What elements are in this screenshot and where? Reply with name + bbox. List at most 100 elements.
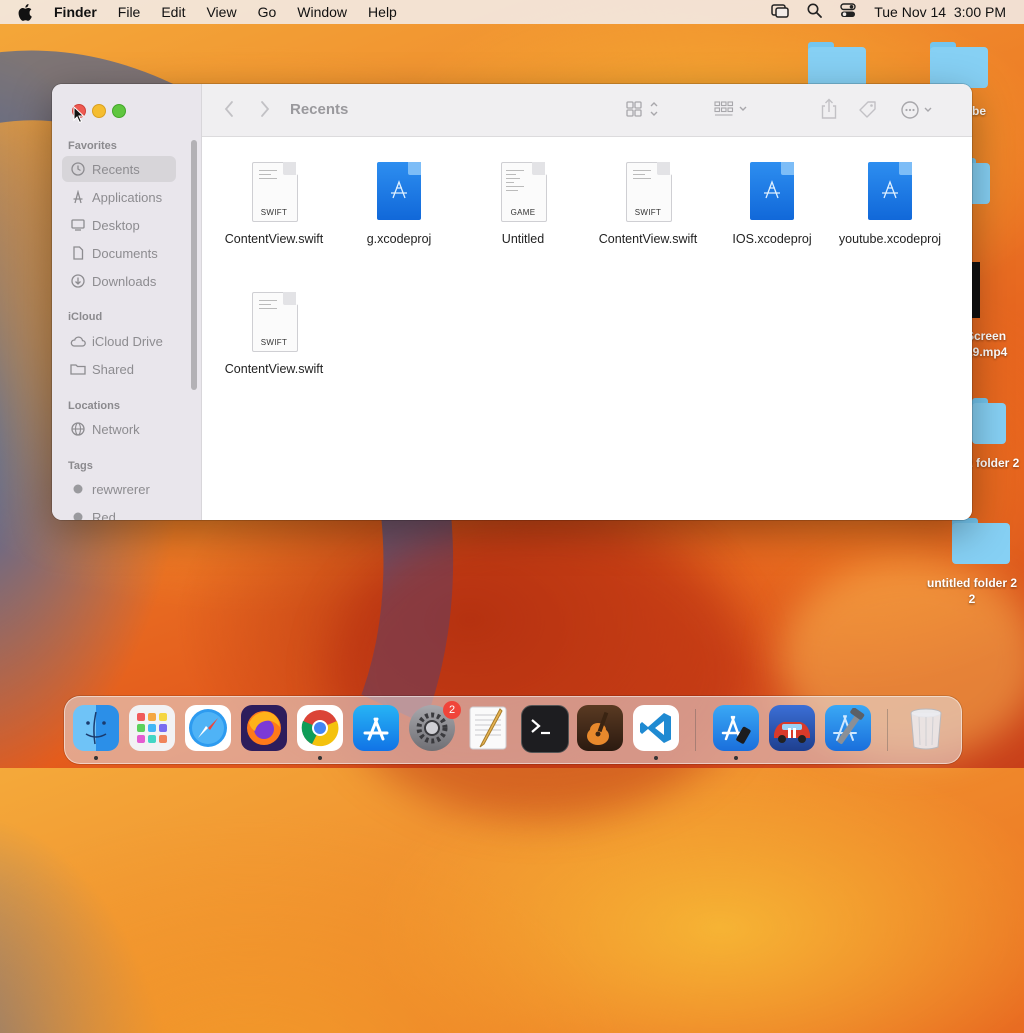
file-kind-label: SWIFT <box>260 338 288 347</box>
chrome-icon[interactable] <box>297 705 343 751</box>
minimize-button[interactable] <box>92 104 106 118</box>
window-title: Recents <box>290 101 349 118</box>
control-center-icon[interactable] <box>840 3 856 21</box>
desktop-folder-icon[interactable] <box>972 398 1006 444</box>
menu-help[interactable]: Help <box>368 4 397 20</box>
file-item[interactable]: g.xcodeproj <box>337 162 461 247</box>
view-mode-grid-icon[interactable] <box>626 100 662 118</box>
more-actions-icon[interactable] <box>900 100 936 120</box>
tag-icon[interactable] <box>858 100 878 120</box>
globe-icon <box>70 422 86 436</box>
sidebar-section-favorites: Favorites <box>68 140 117 152</box>
sidebar-item-icloud-drive[interactable]: iCloud Drive <box>62 328 176 354</box>
back-chevron-icon[interactable] <box>224 100 234 118</box>
app-store-icon[interactable] <box>353 705 399 751</box>
file-name: g.xcodeproj <box>366 232 432 246</box>
desktop-folder-icon[interactable] <box>952 518 1010 564</box>
sidebar-tag-rewwrerer[interactable]: rewwrerer <box>62 476 176 502</box>
vscode-icon[interactable] <box>633 705 679 751</box>
sidebar-item-applications[interactable]: Applications <box>62 184 176 210</box>
sidebar-item-label: Downloads <box>92 273 157 289</box>
sidebar-section-tags: Tags <box>68 460 93 472</box>
download-icon <box>70 274 86 288</box>
xcode-icon[interactable] <box>825 705 871 751</box>
desktop-folder-icon[interactable] <box>930 42 988 88</box>
tag-dot-icon <box>70 484 86 494</box>
file-item[interactable]: GAME Untitled <box>461 162 585 247</box>
sidebar-item-label: Desktop <box>92 217 140 233</box>
file-kind-label: SWIFT <box>260 208 288 217</box>
menu-window[interactable]: Window <box>297 4 347 20</box>
firefox-icon[interactable] <box>241 705 287 751</box>
sidebar-item-recents[interactable]: Recents <box>62 156 176 182</box>
sidebar-item-label: Recents <box>92 161 140 177</box>
forward-chevron-icon[interactable] <box>260 100 270 118</box>
zoom-button[interactable] <box>112 104 126 118</box>
sidebar-item-downloads[interactable]: Downloads <box>62 268 176 294</box>
safari-icon[interactable] <box>185 705 231 751</box>
file-name: ContentView.swift <box>224 232 324 246</box>
dock-separator <box>887 709 888 751</box>
dock: 2 <box>64 696 962 764</box>
garageband-icon[interactable] <box>577 705 623 751</box>
racing-game-icon[interactable] <box>769 705 815 751</box>
clock-icon <box>70 162 86 176</box>
document-icon <box>70 246 86 260</box>
file-name: ContentView.swift <box>598 232 698 246</box>
game-file-icon: GAME <box>498 162 548 224</box>
screen-mirroring-icon[interactable] <box>771 3 789 21</box>
sidebar-item-network[interactable]: Network <box>62 416 176 442</box>
desktop-item-label: be <box>972 104 987 118</box>
menu-app-name[interactable]: Finder <box>54 4 97 20</box>
sidebar-item-label: iCloud Drive <box>92 333 163 349</box>
xcode-simulator-icon[interactable] <box>713 705 759 751</box>
sidebar-item-label: Documents <box>92 245 158 261</box>
finder-toolbar: Recents <box>202 84 972 137</box>
menu-file[interactable]: File <box>118 4 141 20</box>
group-by-icon[interactable] <box>714 100 752 118</box>
file-item[interactable]: youtube.xcodeproj <box>835 162 945 247</box>
trash-icon[interactable] <box>903 705 949 751</box>
menu-clock[interactable]: Tue Nov 14 3:00 PM <box>874 4 1006 20</box>
notification-badge: 2 <box>443 701 461 719</box>
sidebar-item-documents[interactable]: Documents <box>62 240 176 266</box>
file-item[interactable]: IOS.xcodeproj <box>710 162 834 247</box>
settings-icon[interactable]: 2 <box>409 701 461 751</box>
sidebar-item-desktop[interactable]: Desktop <box>62 212 176 238</box>
sidebar-item-label: Shared <box>92 361 134 377</box>
dock-separator <box>695 709 696 751</box>
file-kind-label: GAME <box>510 208 536 217</box>
file-grid: SWIFT ContentView.swift g.xcodeproj GAME… <box>202 137 972 520</box>
sidebar-item-label: rewwrerer <box>92 481 150 497</box>
apple-icon[interactable] <box>18 3 36 21</box>
desktop-icon <box>70 219 86 231</box>
running-indicator <box>318 756 322 760</box>
menu-go[interactable]: Go <box>258 4 277 20</box>
spotlight-search-icon[interactable] <box>807 3 823 21</box>
xcodeproj-file-icon <box>374 162 424 224</box>
file-item[interactable]: SWIFT ContentView.swift <box>212 292 336 377</box>
shared-folder-icon <box>70 363 86 375</box>
finder-icon[interactable] <box>73 705 119 751</box>
share-icon[interactable] <box>820 98 838 120</box>
desktop-folder-label: 2 folder 2 <box>966 456 1020 470</box>
swift-file-icon: SWIFT <box>249 292 299 354</box>
terminal-icon[interactable] <box>521 705 569 753</box>
menu-view[interactable]: View <box>206 4 236 20</box>
file-name: Untitled <box>501 232 545 246</box>
file-item[interactable]: SWIFT ContentView.swift <box>586 162 710 247</box>
sidebar-item-label: Network <box>92 421 140 437</box>
sidebar-item-label: Applications <box>92 189 163 205</box>
file-name: ContentView.swift <box>224 362 324 376</box>
textedit-icon[interactable] <box>465 705 511 751</box>
xcodeproj-file-icon <box>865 162 915 224</box>
sidebar-tag-red[interactable]: Red <box>62 504 176 520</box>
menu-edit[interactable]: Edit <box>161 4 185 20</box>
desktop-folder-icon[interactable] <box>808 42 866 88</box>
launchpad-icon[interactable] <box>129 705 175 751</box>
file-item[interactable]: SWIFT ContentView.swift <box>212 162 336 247</box>
sidebar-scrollbar[interactable] <box>191 140 197 390</box>
desktop-video-thumbnail[interactable] <box>972 262 980 318</box>
finder-window: Favorites Recents Applications Desktop D… <box>52 84 972 520</box>
sidebar-item-shared[interactable]: Shared <box>62 356 176 382</box>
